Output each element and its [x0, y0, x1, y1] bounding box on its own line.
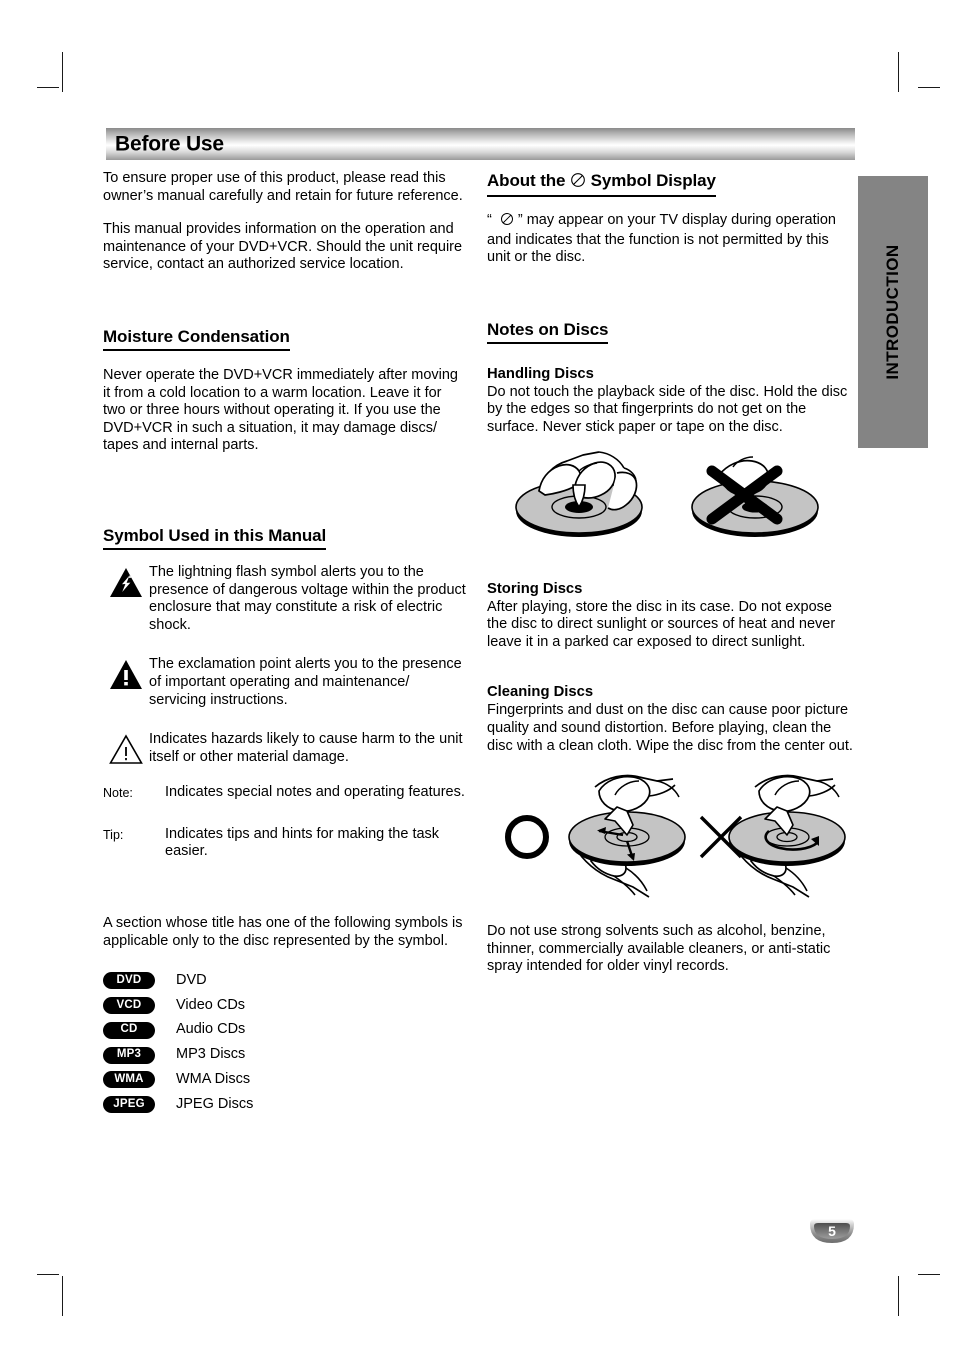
left-column: To ensure proper use of this product, pl…: [103, 170, 467, 1117]
disc-label-vcd: Video CDs: [176, 996, 246, 1013]
heading-about-suffix: Symbol Display: [590, 171, 716, 190]
disc-label-cd: Audio CDs: [176, 1021, 246, 1038]
disc-badge-cd: CD: [103, 1021, 155, 1039]
disc-label-jpeg: JPEG Discs: [176, 1095, 254, 1112]
intro-paragraph-2: This manual provides information on the …: [103, 221, 463, 273]
disc-label-mp3: MP3 Discs: [176, 1046, 246, 1063]
page-number-badge: 5: [808, 1218, 856, 1244]
about-symbol-paragraph: “ ” may appear on your TV display during…: [487, 212, 853, 267]
crop-mark-top-left-horizontal: [37, 87, 59, 88]
crop-mark-top-left-vertical: [62, 52, 63, 92]
heading-notes-on-discs: Notes on Discs: [487, 319, 609, 344]
symbol-row-exclamation-outline: Indicates hazards likely to cause harm t…: [103, 731, 467, 766]
crop-mark-bottom-left-horizontal: [37, 1274, 59, 1275]
note-text: Indicates special notes and operating fe…: [165, 784, 465, 801]
exclamation-triangle-filled-icon: [103, 656, 149, 690]
quote-open: “: [487, 212, 492, 228]
note-label: Note:: [103, 786, 133, 801]
symbol-text-exclamation-outline: Indicates hazards likely to cause harm t…: [149, 731, 463, 765]
section-side-tab: INTRODUCTION: [858, 176, 928, 448]
storing-discs-paragraph: After playing, store the disc in its cas…: [487, 598, 836, 650]
handling-discs-illustration: [487, 449, 853, 564]
heading-about-prefix: About the: [487, 171, 566, 190]
disc-section-paragraph: A section whose title has one of the fol…: [103, 915, 463, 949]
list-item: CD Audio CDs: [103, 1018, 467, 1043]
heading-symbol-used-in-this-manual: Symbol Used in this Manual: [103, 525, 326, 550]
tip-text: Indicates tips and hints for making the …: [165, 825, 440, 860]
moisture-paragraph: Never operate the DVD+VCR immediately af…: [103, 366, 458, 454]
crop-mark-top-right-horizontal: [918, 87, 940, 88]
disc-badge-mp3: MP3: [103, 1046, 155, 1064]
heading-handling-discs: Handling Discs: [487, 365, 594, 382]
intro-paragraph-1: To ensure proper use of this product, pl…: [103, 170, 463, 204]
cleaning-discs-footer-paragraph: Do not use strong solvents such as alcoh…: [487, 923, 831, 975]
cleaning-discs-paragraph: Fingerprints and dust on the disc can ca…: [487, 702, 853, 754]
disc-badge-wma: WMA: [103, 1071, 155, 1089]
handling-discs-paragraph: Do not touch the playback side of the di…: [487, 383, 848, 435]
about-symbol-text: ” may appear on your TV display during o…: [487, 212, 836, 266]
heading-moisture-condensation: Moisture Condensation: [103, 326, 290, 351]
prohibition-circle-slash-icon: [500, 212, 514, 232]
list-item: DVD DVD: [103, 968, 467, 993]
list-item: VCD Video CDs: [103, 993, 467, 1018]
symbol-text-exclamation-filled: The exclamation point alerts you to the …: [149, 656, 462, 708]
tip-label: Tip:: [103, 827, 124, 842]
note-row: Note: Indicates special notes and operat…: [103, 784, 467, 803]
exclamation-triangle-outline-icon: [103, 731, 149, 765]
prohibition-circle-slash-icon: [570, 172, 586, 193]
disc-badge-jpeg: JPEG: [103, 1096, 155, 1114]
disc-badge-dvd: DVD: [103, 972, 155, 990]
symbol-row-lightning: The lightning flash symbol alerts you to…: [103, 564, 467, 634]
side-tab-label: INTRODUCTION: [883, 244, 902, 380]
symbol-row-exclamation-filled: The exclamation point alerts you to the …: [103, 656, 467, 709]
disc-badge-vcd: VCD: [103, 996, 155, 1014]
list-item: JPEG JPEG Discs: [103, 1092, 467, 1117]
cleaning-discs-illustration: [487, 769, 853, 909]
disc-type-list: DVD DVD VCD Video CDs CD Audio CDs MP3 M…: [103, 968, 467, 1117]
page-title: Before Use: [115, 132, 224, 156]
disc-label-wma: WMA Discs: [176, 1071, 251, 1088]
page-header-bar: Before Use: [106, 128, 855, 160]
symbol-text-lightning: The lightning flash symbol alerts you to…: [149, 563, 466, 633]
list-item: MP3 MP3 Discs: [103, 1043, 467, 1068]
heading-cleaning-discs: Cleaning Discs: [487, 684, 594, 701]
right-column: About the Symbol Display “ ” may appear …: [487, 170, 853, 976]
page-number-text: 5: [828, 1223, 836, 1239]
crop-mark-top-right-vertical: [898, 52, 899, 92]
lightning-bolt-triangle-icon: [103, 564, 149, 598]
disc-label-dvd: DVD: [176, 971, 207, 988]
crop-mark-bottom-right-horizontal: [918, 1274, 940, 1275]
heading-about-the-symbol-display: About the Symbol Display: [487, 170, 716, 197]
tip-row: Tip: Indicates tips and hints for making…: [103, 826, 467, 861]
list-item: WMA WMA Discs: [103, 1067, 467, 1092]
crop-mark-bottom-right-vertical: [898, 1276, 899, 1316]
crop-mark-bottom-left-vertical: [62, 1276, 63, 1316]
heading-storing-discs: Storing Discs: [487, 580, 583, 597]
